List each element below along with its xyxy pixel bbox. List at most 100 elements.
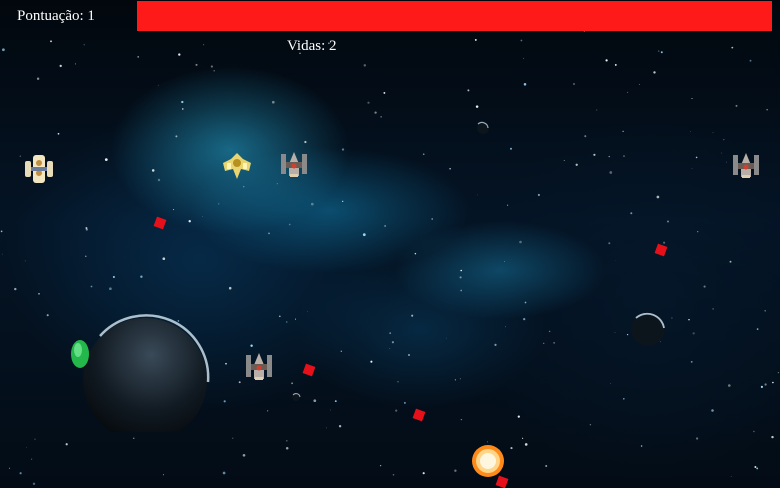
star xyxy=(384,225,386,227)
star xyxy=(286,321,288,323)
star xyxy=(459,276,462,279)
star xyxy=(703,285,706,288)
star xyxy=(370,360,373,363)
star xyxy=(310,202,314,206)
star xyxy=(90,285,93,288)
star xyxy=(24,260,26,262)
star xyxy=(195,63,198,66)
star xyxy=(232,437,234,439)
star xyxy=(524,301,527,304)
star xyxy=(395,409,398,412)
star xyxy=(85,227,88,229)
star xyxy=(26,446,28,448)
large-planet xyxy=(83,314,210,432)
star xyxy=(657,50,660,52)
star xyxy=(729,260,732,263)
star xyxy=(653,71,656,74)
star xyxy=(276,183,278,185)
star xyxy=(596,109,598,111)
star xyxy=(19,472,22,475)
star xyxy=(291,382,294,385)
star xyxy=(727,384,731,387)
star xyxy=(764,309,767,312)
star xyxy=(330,409,332,411)
star xyxy=(218,203,220,205)
star xyxy=(712,308,714,310)
star xyxy=(306,311,308,312)
star xyxy=(690,131,691,133)
star xyxy=(449,167,451,170)
star xyxy=(615,260,617,261)
star xyxy=(285,447,289,450)
star xyxy=(548,330,551,333)
star xyxy=(697,231,699,233)
star xyxy=(754,466,757,468)
star xyxy=(519,240,522,244)
star xyxy=(391,341,394,344)
star xyxy=(507,204,509,206)
star xyxy=(731,46,734,49)
lives-label: Vidas: 2 xyxy=(287,38,337,54)
star xyxy=(223,400,226,403)
star xyxy=(363,64,367,67)
star xyxy=(380,116,382,118)
star xyxy=(756,467,759,470)
star xyxy=(59,64,62,68)
star xyxy=(640,445,643,447)
star xyxy=(31,458,33,460)
star xyxy=(656,195,660,199)
star xyxy=(474,38,477,41)
star xyxy=(756,328,759,330)
star xyxy=(510,147,512,150)
star xyxy=(517,415,520,418)
star xyxy=(690,361,693,363)
star xyxy=(630,212,633,215)
star xyxy=(112,276,115,278)
star xyxy=(460,418,463,421)
star xyxy=(573,83,575,85)
star xyxy=(504,260,505,262)
star xyxy=(57,132,60,135)
star xyxy=(730,475,732,477)
star xyxy=(380,465,382,467)
star xyxy=(178,53,181,56)
star xyxy=(524,443,528,446)
star xyxy=(414,252,417,255)
star xyxy=(334,400,337,403)
star xyxy=(340,350,342,352)
star xyxy=(162,474,165,476)
red-projectile xyxy=(654,243,668,257)
star xyxy=(523,317,526,321)
star xyxy=(374,111,377,114)
star xyxy=(38,292,40,295)
tiny-planet-bottom xyxy=(292,393,301,401)
star xyxy=(766,109,768,111)
game-canvas[interactable]: Pontuação: 1 Vidas: 2 xyxy=(0,0,780,488)
star xyxy=(764,383,767,386)
star xyxy=(605,59,608,62)
star xyxy=(109,287,112,291)
star xyxy=(772,381,774,384)
star xyxy=(627,91,629,93)
star xyxy=(749,59,752,62)
star xyxy=(543,342,545,344)
star xyxy=(36,77,40,80)
star xyxy=(181,100,184,104)
star xyxy=(1,253,3,255)
star xyxy=(589,424,592,426)
star xyxy=(173,209,175,211)
star xyxy=(445,337,447,339)
star xyxy=(608,155,610,158)
star xyxy=(608,242,611,245)
star xyxy=(392,473,395,476)
star xyxy=(523,83,527,86)
star xyxy=(688,319,690,321)
star xyxy=(660,51,663,54)
star xyxy=(14,287,17,291)
star xyxy=(151,169,155,172)
star xyxy=(32,482,36,485)
star xyxy=(584,135,587,138)
star xyxy=(726,161,727,163)
star xyxy=(753,430,755,433)
star xyxy=(505,326,506,328)
